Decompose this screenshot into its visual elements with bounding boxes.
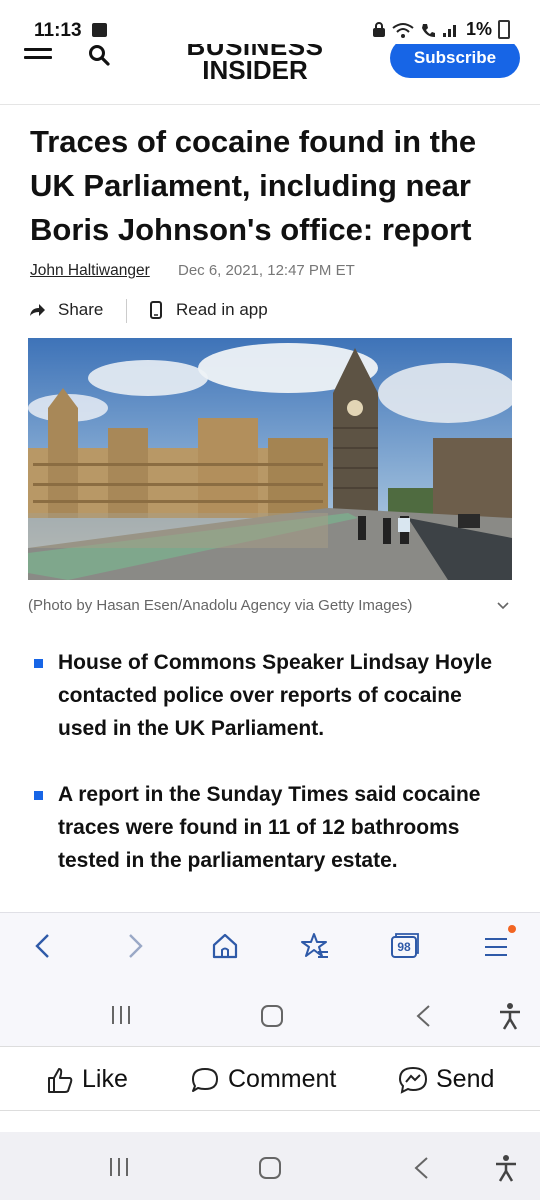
photo-caption: (Photo by Hasan Esen/Anadolu Agency via … [28, 597, 413, 614]
status-icons: 1% [372, 19, 510, 40]
summary-bullet: House of Commons Speaker Lindsay Hoyle c… [34, 646, 512, 745]
forward-icon[interactable] [120, 931, 150, 961]
article-title: Traces of cocaine found in the UK Parlia… [30, 124, 477, 247]
chevron-down-icon[interactable] [496, 598, 510, 612]
spacer [0, 1110, 540, 1133]
accessibility-icon[interactable] [498, 1002, 522, 1030]
lock-icon [372, 21, 385, 37]
battery-icon [498, 20, 510, 39]
site-header: BUSINESS INSIDER Subscribe [0, 44, 540, 105]
read-in-app-button[interactable]: Read in app [150, 300, 268, 320]
comment-button[interactable]: Comment [190, 1065, 336, 1094]
share-button[interactable]: Share [28, 300, 103, 320]
facebook-action-bar: Like Comment Send [0, 1046, 540, 1111]
comment-label: Comment [228, 1065, 337, 1093]
logo-line-2: INSIDER [202, 55, 308, 85]
share-label: Share [58, 300, 104, 319]
system-nav-bar [0, 1132, 540, 1200]
recent-apps-icon[interactable] [110, 1004, 132, 1026]
hamburger-icon [485, 938, 507, 956]
home-icon[interactable] [210, 931, 240, 961]
tabs-button[interactable]: 98 [390, 931, 420, 961]
subscribe-button[interactable]: Subscribe [390, 44, 520, 78]
send-button[interactable]: Send [398, 1065, 494, 1094]
back-icon[interactable] [28, 931, 58, 961]
call-icon [421, 23, 435, 37]
battery-percent: 1% [465, 19, 492, 39]
messenger-icon [398, 1066, 428, 1094]
thumbs-up-icon [48, 1067, 73, 1093]
menu-button[interactable] [482, 925, 516, 961]
back-nav-icon[interactable] [414, 1004, 434, 1028]
read-in-app-label: Read in app [176, 300, 268, 319]
notification-dot [508, 925, 516, 933]
browser-toolbar: 98 [0, 912, 540, 983]
like-label: Like [82, 1065, 128, 1093]
recent-apps-icon[interactable] [108, 1156, 130, 1178]
send-label: Send [436, 1065, 495, 1093]
accessibility-icon[interactable] [494, 1154, 518, 1182]
status-time: 11:13 [34, 20, 82, 41]
comment-bubble-icon [192, 1067, 218, 1092]
back-nav-icon[interactable] [412, 1156, 432, 1180]
author-link[interactable]: John Haltiwanger [30, 262, 150, 280]
article-photo[interactable] [28, 338, 512, 580]
phone-icon [150, 301, 162, 319]
like-button[interactable]: Like [46, 1065, 128, 1094]
action-divider [126, 299, 127, 323]
home-nav-icon[interactable] [258, 1156, 282, 1180]
gallery-notification-icon [92, 23, 107, 37]
wifi-icon [392, 22, 414, 38]
bullet-marker [34, 791, 43, 800]
signal-icon [442, 24, 456, 37]
home-nav-icon[interactable] [260, 1004, 284, 1028]
publish-date: Dec 6, 2021, 12:47 PM ET [178, 262, 355, 279]
menu-icon[interactable] [24, 48, 52, 68]
bullet-text: House of Commons Speaker Lindsay Hoyle c… [58, 651, 493, 740]
summary-bullet: A report in the Sunday Times said cocain… [34, 778, 512, 877]
bullet-marker [34, 659, 43, 668]
share-arrow-icon [30, 304, 45, 316]
bookmarks-icon[interactable] [300, 931, 330, 961]
system-nav-bar [0, 982, 540, 1046]
tab-count: 98 [397, 940, 411, 954]
status-bar: 11:13 1% [0, 0, 540, 44]
bullet-text: A report in the Sunday Times said cocain… [58, 783, 481, 872]
site-logo[interactable]: BUSINESS INSIDER [180, 44, 330, 85]
search-icon[interactable] [88, 44, 110, 66]
